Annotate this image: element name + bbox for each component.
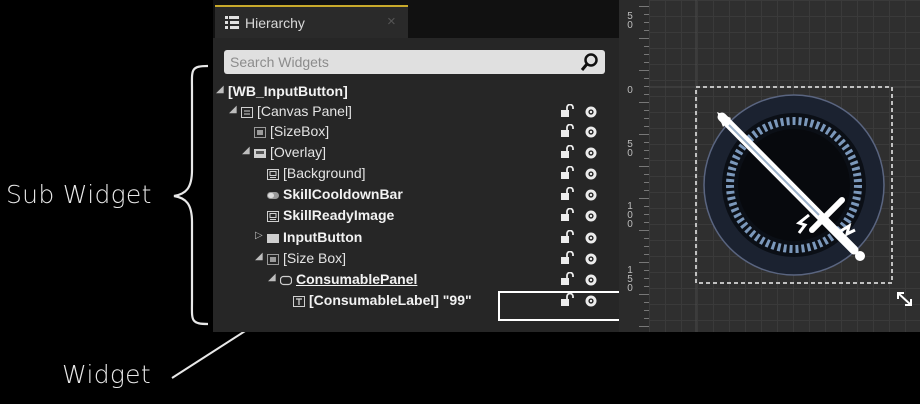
widget-highlight-box [498,291,619,321]
visibility-eye-icon[interactable] [584,125,598,143]
image-icon [267,209,279,222]
widget-annotation: Widget [62,360,151,389]
tree-row[interactable]: ◢ [Size Box] [213,248,619,268]
tree-row-label: InputButton [283,229,363,245]
ruler-tick [639,70,649,71]
image-icon [267,167,279,180]
tree-row-label: [Background] [283,165,366,181]
ruler-tick [639,38,649,39]
expand-arrow-icon[interactable]: ▷ [255,230,263,241]
hierarchy-panel: Hierarchy × Search Widgets ◢ [WB_InputBut… [213,0,619,332]
tab-hierarchy[interactable]: Hierarchy × [215,5,408,38]
ruler-label: 50 [627,11,633,31]
canvas-panel-icon [241,105,253,118]
tree-row[interactable]: ◢ [WB_InputButton] [213,81,619,101]
lock-icon[interactable] [560,123,574,143]
hierarchy-icon [225,16,239,29]
collapse-arrow-icon[interactable]: ◢ [255,251,263,262]
vertical-ruler: 50 0 50 100 150 [619,0,649,332]
tree-row[interactable]: [Background] [213,163,619,183]
tab-label: Hierarchy [245,15,305,31]
tree-row-label: ConsumablePanel [296,271,418,287]
resize-handle-icon[interactable] [897,292,912,306]
collapse-arrow-icon[interactable]: ◢ [242,145,250,156]
tree-row-label: [Size Box] [283,250,347,266]
visibility-eye-icon[interactable] [584,209,598,227]
tree-row[interactable]: [SizeBox] [213,121,619,141]
sizebox-icon [254,125,266,138]
lock-icon[interactable] [560,207,574,227]
ruler-tick [639,294,649,295]
tree-row[interactable]: SkillReadyImage [213,205,619,225]
skill-button-icon [703,94,885,276]
tree-row-label: [ConsumableLabel] "99" [309,292,472,308]
button-icon [267,231,279,243]
tree-row-label: SkillReadyImage [283,207,395,223]
lock-icon[interactable] [560,144,574,164]
search-placeholder: Search Widgets [230,54,329,70]
ruler-tick [639,230,649,231]
ruler-label: 50 [627,139,633,159]
tree-row[interactable]: SkillCooldownBar [213,184,619,204]
lock-icon[interactable] [560,271,574,291]
ruler-tick [639,102,649,103]
tree-row-label: [Canvas Panel] [257,103,352,119]
ruler-tick [639,6,649,7]
sub-widget-annotation: Sub Widget [6,180,152,209]
tab-strip: Hierarchy × [213,0,619,38]
tree-row-label: [SizeBox] [270,123,330,139]
tree-row-label: SkillCooldownBar [283,186,403,202]
hierarchy-content: Search Widgets ◢ [WB_InputButton] ◢ [Canvas… [213,38,619,332]
close-icon[interactable]: × [387,13,396,30]
tree-row[interactable]: ◢ [Canvas Panel] [213,101,619,121]
ruler-tick [639,262,649,263]
visibility-eye-icon[interactable] [584,188,598,206]
ruler-tick [639,198,649,199]
canvas-graphics [649,0,920,332]
progressbar-icon [267,188,279,199]
ruler-tick [639,166,649,167]
tree-row[interactable]: ▷ InputButton [213,227,619,247]
curly-brace-icon [173,64,209,326]
visibility-eye-icon[interactable] [584,252,598,270]
sizebox-icon [267,252,279,265]
designer-canvas[interactable] [649,0,920,332]
ruler-label: 100 [627,201,633,230]
collapse-arrow-icon[interactable]: ◢ [216,84,224,95]
lock-icon[interactable] [560,250,574,270]
ruler-tick [639,326,649,327]
ruler-label: 0 [627,85,633,96]
visibility-eye-icon[interactable] [584,167,598,185]
text-icon [293,294,305,307]
tree-row[interactable]: ◢ ConsumablePanel [213,269,619,289]
ruler-tick [639,134,649,135]
search-icon[interactable] [580,52,600,72]
collapse-arrow-icon[interactable]: ◢ [268,272,276,283]
collapse-arrow-icon[interactable]: ◢ [229,104,237,115]
visibility-eye-icon[interactable] [584,231,598,249]
tree-row-label: [Overlay] [270,144,327,160]
lock-icon[interactable] [560,186,574,206]
search-input[interactable]: Search Widgets [224,50,605,74]
tree-row-label: [WB_InputButton] [228,83,348,99]
ruler-label: 150 [627,265,633,294]
overlay-icon [254,146,266,158]
border-icon [279,273,293,286]
lock-icon[interactable] [560,229,574,249]
visibility-eye-icon[interactable] [584,273,598,291]
visibility-eye-icon[interactable] [584,146,598,164]
tree-row[interactable]: ◢ [Overlay] [213,142,619,162]
lock-icon[interactable] [560,165,574,185]
